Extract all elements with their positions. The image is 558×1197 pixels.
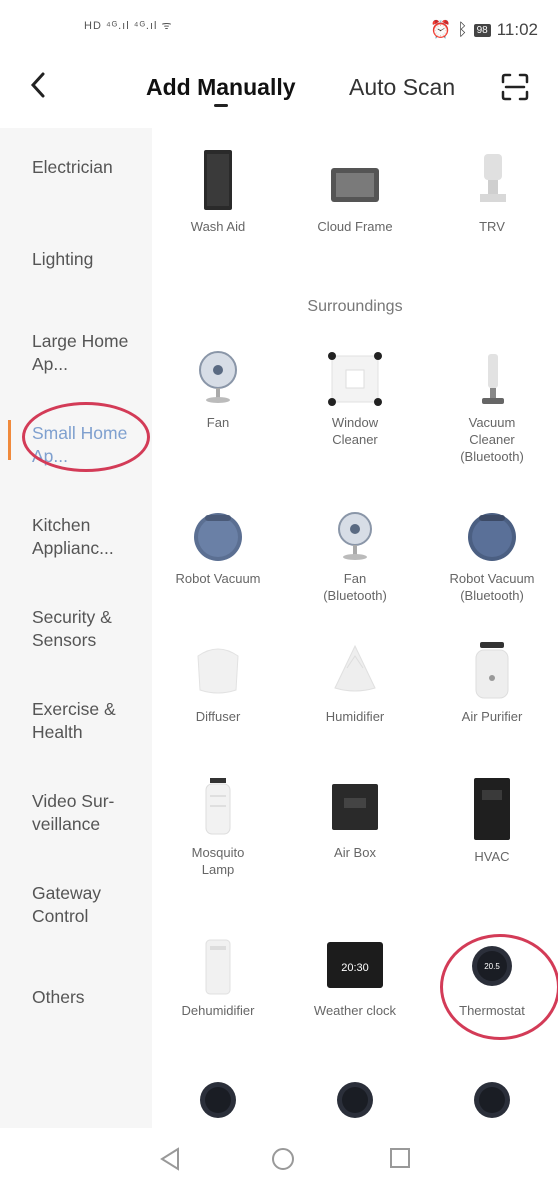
device-humidifier[interactable]: Humidifier [289, 638, 421, 725]
alarm-icon: ⏰ [430, 20, 452, 39]
active-tab-indicator [214, 104, 228, 107]
sidebar-item-exercise-health[interactable]: Exercise & Health [32, 698, 150, 744]
triangle-back-icon [160, 1147, 179, 1171]
window-cleaner-icon [328, 352, 382, 406]
device-mosquito-lamp[interactable]: Mosquito Lamp [152, 776, 284, 878]
trv-icon [480, 154, 506, 202]
thermostat-icon [200, 1082, 236, 1118]
status-bar: HD ⁴ᴳ.ıl ⁴ᴳ.ıl ᯤ ⏰ ᛒ 98 11:02 [0, 0, 558, 58]
header: Add Manually Auto Scan [0, 58, 558, 128]
status-right: ⏰ ᛒ 98 11:02 [430, 20, 538, 40]
scan-button[interactable] [500, 72, 530, 102]
scan-icon [501, 73, 529, 101]
sidebar-item-electrician[interactable]: Electrician [32, 156, 150, 179]
thermostat-icon: 20.5 [472, 946, 512, 986]
circle-home-icon [272, 1148, 294, 1170]
device-grid: Wash Aid Cloud Frame TRV Surroundings Fa… [152, 128, 558, 1128]
thermostat-icon [337, 1082, 373, 1118]
device-window-cleaner[interactable]: Window Cleaner [289, 350, 421, 448]
diffuser-icon [197, 648, 239, 694]
sidebar-item-others[interactable]: Others [32, 986, 150, 1009]
sidebar-item-security-sensors[interactable]: Security & Sensors [32, 606, 150, 652]
sidebar-item-lighting[interactable]: Lighting [32, 248, 150, 271]
device-thermostat-partial-1[interactable] [152, 1078, 284, 1122]
cloud-frame-icon [331, 168, 379, 202]
device-wash-aid[interactable]: Wash Aid [152, 148, 284, 235]
device-fan-bluetooth[interactable]: Fan (Bluetooth) [289, 510, 421, 604]
device-weather-clock[interactable]: 20:30 Weather clock [289, 938, 421, 1019]
fan-icon [199, 351, 237, 403]
humidifier-icon [334, 644, 376, 692]
device-diffuser[interactable]: Diffuser [152, 638, 284, 725]
weather-clock-time: 20:30 [341, 962, 369, 974]
section-title-surroundings: Surroundings [307, 298, 403, 315]
device-robot-vacuum[interactable]: Robot Vacuum [152, 510, 284, 587]
fan-icon [338, 512, 372, 560]
system-nav-bar [0, 1128, 558, 1197]
device-air-box[interactable]: Air Box [289, 776, 421, 861]
network-indicators: HD ⁴ᴳ.ıl ⁴ᴳ.ıl ᯤ [84, 20, 173, 32]
wash-aid-icon [204, 150, 232, 210]
dehumidifier-icon [205, 939, 231, 995]
hvac-icon [474, 778, 510, 840]
square-recents-icon [390, 1148, 410, 1168]
active-category-marker [8, 420, 11, 460]
nav-home-button[interactable] [270, 1146, 296, 1177]
sidebar-item-small-home-appliances[interactable]: Small Home Ap... [32, 422, 150, 468]
chevron-left-icon [30, 72, 45, 98]
nav-recents-button[interactable] [388, 1146, 412, 1175]
device-thermostat-partial-2[interactable] [289, 1078, 421, 1122]
sidebar-item-video-surveillance[interactable]: Video Sur-veillance [32, 790, 150, 836]
battery-icon: 98 [473, 23, 491, 37]
sidebar-item-kitchen-appliances[interactable]: Kitchen Applianc... [32, 514, 150, 560]
tab-add-manually[interactable]: Add Manually [146, 74, 296, 101]
device-fan[interactable]: Fan [152, 350, 284, 431]
tab-auto-scan[interactable]: Auto Scan [349, 74, 455, 101]
nav-back-button[interactable] [158, 1146, 182, 1177]
sidebar-item-large-home-appliances[interactable]: Large Home Ap... [32, 330, 150, 376]
category-sidebar: Electrician Lighting Large Home Ap... Sm… [0, 128, 152, 1128]
sidebar-item-gateway-control[interactable]: Gateway Control [32, 882, 150, 928]
vacuum-cleaner-icon [482, 354, 504, 404]
bluetooth-icon: ᛒ [457, 20, 468, 39]
device-dehumidifier[interactable]: Dehumidifier [152, 938, 284, 1019]
thermostat-icon [474, 1082, 510, 1118]
robot-vacuum-icon [194, 513, 242, 561]
robot-vacuum-icon [468, 513, 516, 561]
device-air-purifier[interactable]: Air Purifier [426, 638, 558, 725]
device-thermostat[interactable]: 20.5 Thermostat [426, 938, 558, 1019]
mosquito-lamp-icon [205, 778, 231, 835]
device-hvac[interactable]: HVAC [426, 776, 558, 865]
back-button[interactable] [28, 70, 48, 108]
air-purifier-icon [475, 642, 509, 699]
device-cloud-frame[interactable]: Cloud Frame [289, 148, 421, 235]
device-vacuum-cleaner-bluetooth[interactable]: Vacuum Cleaner (Bluetooth) [426, 350, 558, 465]
device-robot-vacuum-bluetooth[interactable]: Robot Vacuum (Bluetooth) [426, 510, 558, 604]
device-trv[interactable]: TRV [426, 148, 558, 235]
thermostat-reading: 20.5 [484, 962, 500, 971]
weather-clock-icon: 20:30 [327, 942, 383, 988]
clock: 11:02 [496, 20, 538, 39]
device-thermostat-partial-3[interactable] [426, 1078, 558, 1122]
air-box-icon [332, 784, 378, 830]
